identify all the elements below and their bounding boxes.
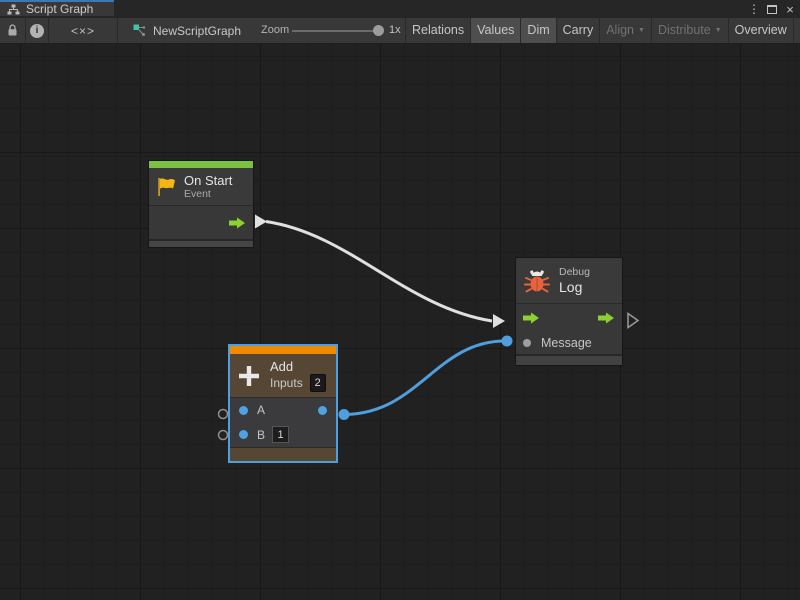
on-start-header: On Start Event <box>149 168 253 205</box>
port-b-input[interactable] <box>239 430 248 439</box>
node-subtitle: Event <box>184 188 232 200</box>
node-debug-log[interactable]: Debug Log Message <box>516 258 622 365</box>
port-a-label: A <box>257 403 265 417</box>
chevron-down-icon: ▼ <box>715 18 722 43</box>
add-port-row-b: B 1 <box>230 422 336 447</box>
dropdown-distribute[interactable]: Distribute ▼ <box>651 18 728 43</box>
flag-icon <box>155 176 177 198</box>
event-colorbar <box>149 161 253 168</box>
toggle-carry[interactable]: Carry <box>556 18 600 43</box>
inputs-label: Inputs <box>270 377 303 389</box>
add-header: Add Inputs 2 <box>230 354 336 397</box>
debug-log-message-row: Message <box>516 331 622 354</box>
node-title: Add <box>270 359 326 374</box>
graph-name-breadcrumb[interactable]: NewScriptGraph <box>133 18 241 43</box>
zoom-slider-track[interactable] <box>292 30 378 32</box>
zoom-label: Zoom <box>261 18 289 43</box>
toggle-dim[interactable]: Dim <box>520 18 555 43</box>
on-start-body <box>149 205 253 239</box>
titlebar: Script Graph ⋮ × <box>0 0 800 18</box>
node-add[interactable]: Add Inputs 2 A B 1 <box>230 346 336 461</box>
code-icon: <×> <box>71 24 95 38</box>
zoom-value: 1x <box>389 18 401 43</box>
zoom-slider-handle[interactable] <box>373 25 384 36</box>
node-category: Debug <box>559 266 590 279</box>
graph-name-label: NewScriptGraph <box>153 24 241 38</box>
inputs-count-field[interactable]: 2 <box>310 374 326 392</box>
window-close-icon[interactable]: × <box>782 0 798 18</box>
maximize-box <box>767 5 777 14</box>
add-port-row-a: A <box>230 397 336 422</box>
add-colorbar <box>230 346 336 354</box>
port-a-input[interactable] <box>239 406 248 415</box>
hierarchy-icon <box>7 4 20 15</box>
graph-canvas[interactable] <box>0 44 800 600</box>
flow-output-port[interactable] <box>597 312 615 324</box>
flow-input-port[interactable] <box>522 312 540 324</box>
add-titles: Add Inputs 2 <box>270 359 326 392</box>
bug-icon <box>524 268 550 294</box>
node-title: On Start <box>184 173 232 188</box>
debug-log-titles: Debug Log <box>559 266 590 295</box>
add-footer <box>230 447 336 461</box>
on-start-footer <box>149 239 253 247</box>
lock-icon <box>7 24 18 37</box>
button-overview[interactable]: Overview <box>728 18 793 43</box>
debug-log-header: Debug Log <box>516 258 622 303</box>
tab-script-graph[interactable]: Script Graph <box>0 0 114 16</box>
plus-icon <box>236 363 262 389</box>
port-b-label: B <box>257 428 265 442</box>
align-label: Align <box>606 18 634 43</box>
tab-title: Script Graph <box>26 2 93 16</box>
on-start-titles: On Start Event <box>184 173 232 200</box>
flow-output-port[interactable] <box>228 217 246 229</box>
toolbar-toggle-group: Relations Values Dim Carry Align ▼ Distr… <box>405 18 800 43</box>
graph-toolbar: i <×> NewScriptGraph Zoom 1x Relations V… <box>0 18 800 44</box>
graph-asset-icon <box>133 24 146 37</box>
debug-log-footer <box>516 354 622 365</box>
button-full-screen[interactable]: Full S <box>793 18 800 43</box>
window-menu-icon[interactable]: ⋮ <box>748 0 760 18</box>
script-graph-window: Script Graph ⋮ × i <×> <box>0 0 800 600</box>
chevron-down-icon: ▼ <box>638 18 645 43</box>
distribute-label: Distribute <box>658 18 711 43</box>
code-preview-button[interactable]: <×> <box>49 18 117 43</box>
toolbar-separator <box>117 18 118 43</box>
message-input-port[interactable] <box>523 339 531 347</box>
window-maximize-icon[interactable] <box>764 0 780 18</box>
info-button[interactable]: i <box>26 18 48 43</box>
toggle-values[interactable]: Values <box>470 18 520 43</box>
lock-button[interactable] <box>0 18 25 43</box>
toggle-relations[interactable]: Relations <box>405 18 470 43</box>
info-icon: i <box>30 24 44 38</box>
result-output-port[interactable] <box>318 406 327 415</box>
node-title: Log <box>559 279 590 295</box>
node-on-start[interactable]: On Start Event <box>149 161 253 247</box>
port-b-value-field[interactable]: 1 <box>272 426 289 443</box>
dropdown-align[interactable]: Align ▼ <box>599 18 651 43</box>
debug-log-flow-row <box>516 303 622 331</box>
message-port-label: Message <box>541 336 592 350</box>
